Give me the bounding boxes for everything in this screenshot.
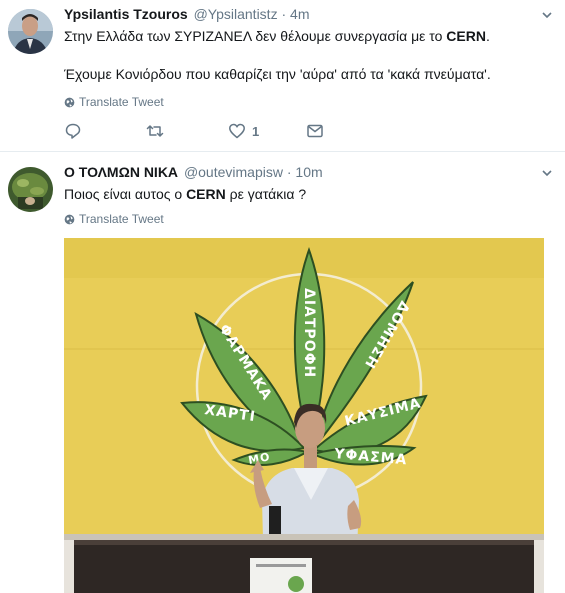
tweet-text: ρε γατάκια ? xyxy=(225,186,307,202)
timestamp[interactable]: 10m xyxy=(295,164,322,180)
handle[interactable]: @outevimapisw xyxy=(184,164,283,180)
translate-label[interactable]: Translate Tweet xyxy=(79,95,164,109)
leaf-word: ΔΙΑΤΡΟΦΗ xyxy=(301,288,317,378)
like-count: 1 xyxy=(252,123,260,139)
tweet-text-bold: CERN xyxy=(446,28,486,44)
tweet-text-bold: CERN xyxy=(186,186,226,202)
tweet-photo[interactable]: ΔΙΑΤΡΟΦΗ ΦΑΡΜΑΚΑ ΔΟΜΗΣΗ ΧΑΡΤΙ ΚΑΥΣΙΜΑ ΥΦ… xyxy=(64,238,544,593)
tweet-text: Ποιος είναι αυτος ο xyxy=(64,186,187,202)
avatar[interactable] xyxy=(8,167,53,212)
tweet-text-line: Στην Ελλάδα των ΣΥΡΙΖΑΝΕΛ δεν θέλουμε συ… xyxy=(64,27,490,46)
tweet-text-line: Έχουμε Κονιόρδου που καθαρίζει την 'αύρα… xyxy=(64,66,491,82)
chevron-down-icon[interactable] xyxy=(541,9,553,21)
retweet-icon xyxy=(146,125,164,137)
globe-icon xyxy=(64,97,75,107)
translate-link[interactable]: Translate Tweet xyxy=(64,212,164,226)
tweet-header: Ypsilantis Tzouros @Ypsilantistz · 4m xyxy=(64,6,309,22)
direct-message-button[interactable] xyxy=(306,122,324,140)
separator: · xyxy=(281,6,287,22)
display-name[interactable]: Ypsilantis Tzouros xyxy=(64,6,188,22)
tweet[interactable]: Ypsilantis Tzouros @Ypsilantistz · 4m Στ… xyxy=(0,0,565,152)
reply-button[interactable] xyxy=(64,122,82,140)
heart-icon xyxy=(229,123,245,139)
handle[interactable]: @Ypsilantistz xyxy=(194,6,278,22)
envelope-icon xyxy=(307,124,323,138)
translate-label[interactable]: Translate Tweet xyxy=(79,212,164,226)
tweet-actions: 1 xyxy=(64,122,364,142)
timestamp[interactable]: 4m xyxy=(290,6,309,22)
tweet-text: Στην Ελλάδα των ΣΥΡΙΖΑΝΕΛ δεν θέλουμε συ… xyxy=(64,28,447,44)
tweet[interactable]: Ο ΤΟΛΜΩΝ ΝΙΚΑ @outevimapisw · 10m Ποιος … xyxy=(0,153,565,593)
tweet-text: . xyxy=(485,28,490,44)
globe-icon xyxy=(64,214,75,224)
display-name[interactable]: Ο ΤΟΛΜΩΝ ΝΙΚΑ xyxy=(64,164,178,180)
avatar[interactable] xyxy=(8,9,53,54)
retweet-button[interactable] xyxy=(146,122,164,140)
separator: · xyxy=(286,164,292,180)
translate-link[interactable]: Translate Tweet xyxy=(64,95,164,109)
tweet-text-line: Ποιος είναι αυτος ο CERN ρε γατάκια ? xyxy=(64,185,306,204)
tweet-header: Ο ΤΟΛΜΩΝ ΝΙΚΑ @outevimapisw · 10m xyxy=(64,164,323,180)
reply-icon xyxy=(65,123,81,139)
like-button[interactable]: 1 xyxy=(228,122,259,140)
chevron-down-icon[interactable] xyxy=(541,167,553,179)
